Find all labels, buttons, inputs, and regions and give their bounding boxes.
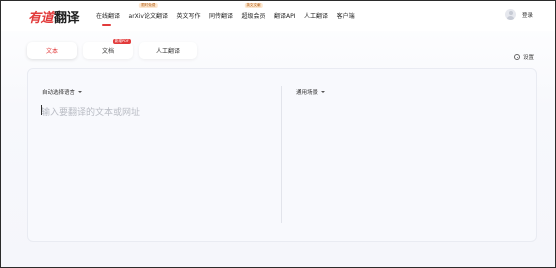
logo-text-part2: 翻译	[54, 10, 80, 26]
nav-item-label: 超级会员	[241, 13, 266, 20]
settings-label: 设置	[523, 55, 535, 61]
nav-item-label: 同传翻译	[209, 13, 234, 20]
nav-badge-literature: 英文文献	[244, 3, 263, 8]
nav-item-label: 在线翻译	[96, 13, 121, 20]
nav-item-simultaneous[interactable]: 同传翻译	[209, 11, 233, 23]
user-login[interactable]: 登录	[505, 9, 533, 20]
nav-item-arxiv[interactable]: 限时免费 arXiv论文翻译	[128, 3, 168, 23]
nav-item-api[interactable]: 翻译API	[274, 11, 296, 23]
nav-item-label: 英文写作	[176, 13, 201, 20]
top-navigation-bar: 有道 翻译 在线翻译 限时免费 arXiv论文翻译 英文写作 同传翻译 英文文献…	[1, 1, 555, 31]
nav-item-super-vip[interactable]: 英文文献 超级会员	[241, 3, 266, 23]
mode-tabs: 文本 新增PDF 文档 人工翻译	[27, 39, 197, 59]
nav-item-label: 翻译API	[274, 13, 296, 20]
login-label[interactable]: 登录	[522, 11, 533, 19]
scene-select[interactable]: 通用场景	[296, 88, 326, 96]
nav-badge-free: 限时免费	[139, 3, 158, 8]
tab-human-translation[interactable]: 人工翻译	[139, 42, 197, 59]
nav-item-client[interactable]: 客户端	[337, 11, 355, 23]
settings-button[interactable]: 设置	[514, 53, 534, 61]
tab-label: 文本	[45, 48, 58, 55]
source-language-select[interactable]: 自动选择语言	[42, 88, 83, 96]
main-nav: 在线翻译 限时免费 arXiv论文翻译 英文写作 同传翻译 英文文献 超级会员 …	[96, 3, 363, 26]
chevron-down-icon	[321, 91, 326, 93]
nav-item-label: arXiv论文翻译	[128, 13, 168, 20]
tab-document[interactable]: 新增PDF 文档	[83, 39, 133, 59]
panel-divider	[281, 86, 282, 223]
nav-item-online-translate[interactable]: 在线翻译	[96, 11, 121, 26]
nav-item-human-translate[interactable]: 人工翻译	[304, 11, 328, 23]
app-window: 有道 翻译 在线翻译 限时免费 arXiv论文翻译 英文写作 同传翻译 英文文献…	[0, 0, 556, 268]
nav-item-english-writing[interactable]: 英文写作	[177, 11, 201, 23]
source-text-input[interactable]	[41, 105, 266, 215]
new-pdf-badge: 新增PDF	[112, 39, 131, 44]
nav-item-label: 人工翻译	[304, 13, 329, 20]
source-language-label: 自动选择语言	[42, 90, 76, 96]
scene-label: 通用场景	[296, 90, 319, 96]
nav-item-label: 客户端	[336, 13, 355, 20]
tab-text[interactable]: 文本	[27, 42, 77, 59]
chevron-down-icon	[78, 91, 83, 93]
tab-label: 人工翻译	[155, 48, 180, 55]
gear-icon	[514, 54, 520, 60]
translate-panel: 自动选择语言 通用场景	[27, 68, 537, 242]
logo-text-part1: 有道	[28, 10, 54, 26]
tab-label: 文档	[101, 48, 114, 55]
avatar-icon[interactable]	[505, 9, 516, 20]
youdao-logo[interactable]: 有道 翻译	[28, 8, 80, 26]
text-cursor	[41, 105, 42, 115]
